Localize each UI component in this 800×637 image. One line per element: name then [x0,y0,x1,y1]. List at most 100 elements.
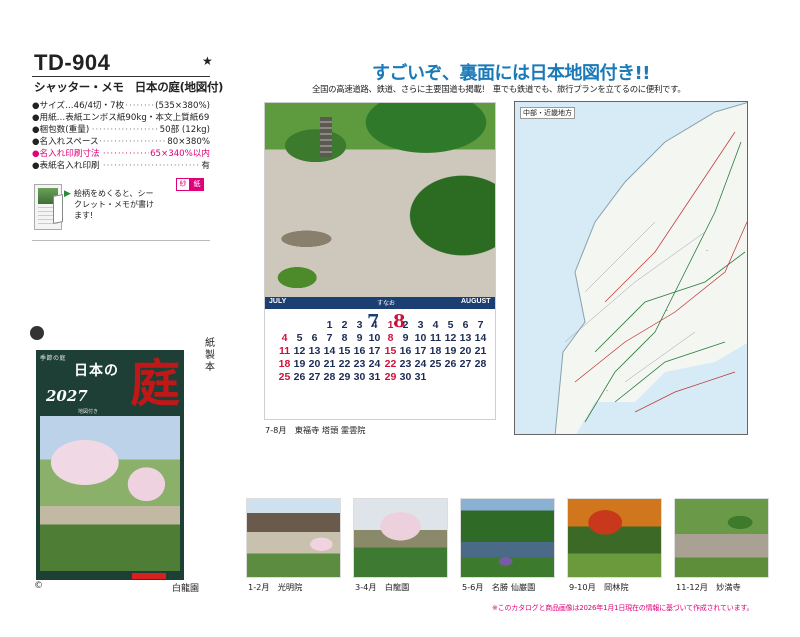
calendar-day: 2 [402,319,409,331]
calendar-day: 17 [414,345,427,357]
calendar-sample: JULY すなお AUGUST 7 8 1 2 3 4 4 5 6 7 8 9 10 11 12 13 14… [264,102,496,420]
calendar-day: 8 [341,332,348,344]
calendar-day: 5 [296,332,303,344]
thumbnail-photo [567,498,662,578]
product-name: シャッター・メモ 日本の庭(地図付) [34,80,224,94]
calendar-day: 29 [338,371,351,383]
copyright-mark: © [34,581,43,591]
calendar-day: 11 [278,345,291,357]
product-code: TD-904 [34,50,111,75]
calendar-day: 25 [429,358,442,370]
calendar-day: 10 [414,332,427,344]
cover-kanji: 庭 [130,354,180,413]
material-badge: 紗 [176,178,190,191]
spec-row: ········································… [32,160,210,172]
spec-value: 80×380% [166,136,210,148]
calendar-day: 5 [447,319,454,331]
cover-caption: 地図付き [78,409,99,415]
spec-label: ●梱包数(重量) [32,124,91,136]
calendar-day: 30 [399,371,412,383]
thumbnail-photo [353,498,448,578]
spec-row: ········································… [32,124,210,136]
month-label-august: AUGUST [461,298,491,305]
spec-row: ········································… [32,148,210,160]
calendar-day: 24 [414,358,427,370]
calendar-day: 21 [474,345,487,357]
calendar-day: 22 [384,358,397,370]
calendar-day: 13 [308,345,321,357]
star-icon: ★ [202,54,213,68]
secret-memo-note: 絵柄をめくると、シークレット・メモが書けます! [74,189,154,220]
calendar-day: 14 [474,332,487,344]
thumbnail-photo [674,498,769,578]
calendar-day: 7 [326,332,333,344]
calendar-day: 21 [323,358,336,370]
calendar-day: 2 [341,319,348,331]
paper-badge: 紙 [190,178,204,191]
spec-row: ●用紙…表紙エンボス紙90kg・本文上質紙69kg [32,112,210,124]
calendar-day: 3 [417,319,424,331]
svg-text:・: ・ [705,248,709,253]
calendar-day: 3 [356,319,363,331]
july-date-grid: 1 2 3 4 4 5 6 7 8 9 10 11 12 13 14 15 16 17 18 19 20 21 22 23 24… [277,319,383,389]
map-drawing: ・・・ [554,102,747,434]
calendar-day: 18 [278,358,291,370]
spec-value: 有 [200,160,210,172]
spec-row: ········································… [32,100,210,112]
subheadline: 全国の高速道路、鉄道、さらに主要国道も掲載! 車でも鉄道でも、旅行プランを立てる… [312,84,686,94]
calendar-logo: すなお [377,300,396,307]
thumbnail-caption: 3-4月 白龍園 [355,582,410,592]
paper-binding-label: 紙製本 [205,338,215,373]
calendar-day: 15 [338,345,351,357]
calendar-day: 18 [429,345,442,357]
calendar-day: 4 [371,319,378,331]
calendar-thumbnail-icon [34,184,63,230]
cover-year: 2027 [46,387,88,405]
spec-label: ●名入れスペース [32,136,100,148]
thumbnail-caption: 5-6月 名勝 仙巌園 [462,582,536,592]
calendar-day: 31 [368,371,381,383]
map-region-label: 中部・近畿地方 [520,107,575,119]
calendar-day: 28 [474,358,487,370]
calendar-day: 19 [444,345,457,357]
calendar-day: 14 [323,345,336,357]
calendar-day: 4 [281,332,288,344]
photo-source: 白龍園 [172,584,200,594]
spec-label: ●用紙…表紙エンボス紙90kg・本文上質紙69kg [32,112,210,124]
arrow-icon: ▶ [64,189,71,199]
thumbnail-photo [246,498,341,578]
svg-text:・: ・ [605,388,609,393]
calendar-day: 24 [368,358,381,370]
brand-logo-icon [30,326,44,340]
calendar-day: 9 [356,332,363,344]
calendar-day: 8 [387,332,394,344]
svg-text:・: ・ [665,308,669,313]
calendar-day: 20 [459,345,472,357]
divider [32,76,210,77]
calendar-day: 25 [278,371,291,383]
calendar-day: 28 [323,371,336,383]
calendar-day: 9 [402,332,409,344]
headline: すごいぞ、裏面には日本地図付き!! [372,63,650,84]
calendar-day: 15 [384,345,397,357]
japan-map: ・・・ 中部・近畿地方 [514,101,748,435]
calendar-day: 6 [311,332,318,344]
calendar-day: 16 [353,345,366,357]
calendar-day: 12 [293,345,306,357]
spec-label: ●表紙名入れ印刷 [32,160,101,172]
thumbnail-photo [460,498,555,578]
calendar-day: 23 [399,358,412,370]
calendar-day: 17 [368,345,381,357]
thumbnail-caption: 11-12月 妙満寺 [676,582,741,592]
calendar-day: 26 [293,371,306,383]
cover-title: 日本の [74,363,119,379]
calendar-day: 12 [444,332,457,344]
footnote: ※このカタログと商品画像は2026年1月1日現在の情報に基づいて作成されています… [492,604,754,612]
calendar-day: 4 [432,319,439,331]
thumbnail-caption: 1-2月 光明院 [248,582,303,592]
product-cover-image: 季節の庭 2027 日本の 庭 地図付き [36,350,184,580]
spec-row: ········································… [32,136,210,148]
thumbnail-caption: 9-10月 岡林院 [569,582,629,592]
spec-label: ●名入れ印刷寸法 [32,148,101,160]
calendar-day: 27 [308,371,321,383]
